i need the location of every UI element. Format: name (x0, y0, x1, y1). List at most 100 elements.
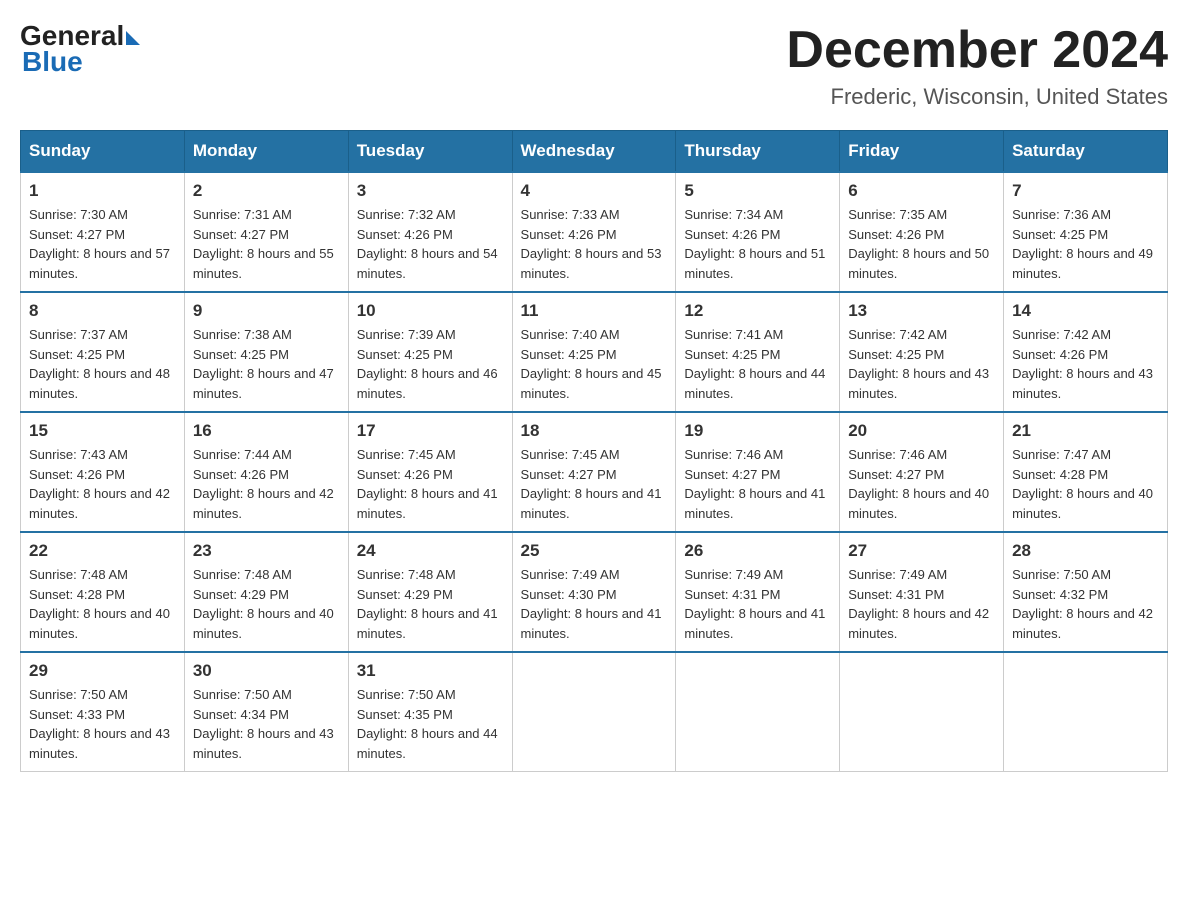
calendar-cell: 23 Sunrise: 7:48 AM Sunset: 4:29 PM Dayl… (184, 532, 348, 652)
day-number: 12 (684, 301, 831, 321)
sunrise-label: Sunrise: 7:30 AM (29, 207, 128, 222)
daylight-label: Daylight: 8 hours and 43 minutes. (1012, 366, 1153, 401)
daylight-label: Daylight: 8 hours and 40 minutes. (193, 606, 334, 641)
calendar-cell: 4 Sunrise: 7:33 AM Sunset: 4:26 PM Dayli… (512, 172, 676, 292)
sunrise-label: Sunrise: 7:43 AM (29, 447, 128, 462)
sunset-label: Sunset: 4:27 PM (684, 467, 780, 482)
sunrise-label: Sunrise: 7:35 AM (848, 207, 947, 222)
sunset-label: Sunset: 4:26 PM (848, 227, 944, 242)
logo-arrow-icon (126, 31, 140, 45)
day-info: Sunrise: 7:37 AM Sunset: 4:25 PM Dayligh… (29, 325, 176, 403)
day-info: Sunrise: 7:46 AM Sunset: 4:27 PM Dayligh… (684, 445, 831, 523)
daylight-label: Daylight: 8 hours and 41 minutes. (357, 486, 498, 521)
calendar-cell: 29 Sunrise: 7:50 AM Sunset: 4:33 PM Dayl… (21, 652, 185, 772)
sunset-label: Sunset: 4:27 PM (521, 467, 617, 482)
daylight-label: Daylight: 8 hours and 49 minutes. (1012, 246, 1153, 281)
day-info: Sunrise: 7:50 AM Sunset: 4:33 PM Dayligh… (29, 685, 176, 763)
calendar-cell: 31 Sunrise: 7:50 AM Sunset: 4:35 PM Dayl… (348, 652, 512, 772)
calendar-week-row: 8 Sunrise: 7:37 AM Sunset: 4:25 PM Dayli… (21, 292, 1168, 412)
page-header: General Blue December 2024 Frederic, Wis… (20, 20, 1168, 110)
daylight-label: Daylight: 8 hours and 40 minutes. (1012, 486, 1153, 521)
daylight-label: Daylight: 8 hours and 43 minutes. (193, 726, 334, 761)
sunset-label: Sunset: 4:26 PM (357, 467, 453, 482)
day-info: Sunrise: 7:31 AM Sunset: 4:27 PM Dayligh… (193, 205, 340, 283)
daylight-label: Daylight: 8 hours and 46 minutes. (357, 366, 498, 401)
logo: General Blue (20, 20, 140, 78)
day-number: 6 (848, 181, 995, 201)
calendar-week-row: 1 Sunrise: 7:30 AM Sunset: 4:27 PM Dayli… (21, 172, 1168, 292)
day-info: Sunrise: 7:46 AM Sunset: 4:27 PM Dayligh… (848, 445, 995, 523)
calendar-table: Sunday Monday Tuesday Wednesday Thursday… (20, 130, 1168, 772)
calendar-cell: 7 Sunrise: 7:36 AM Sunset: 4:25 PM Dayli… (1004, 172, 1168, 292)
daylight-label: Daylight: 8 hours and 44 minutes. (357, 726, 498, 761)
sunset-label: Sunset: 4:27 PM (29, 227, 125, 242)
title-section: December 2024 Frederic, Wisconsin, Unite… (786, 20, 1168, 110)
day-info: Sunrise: 7:49 AM Sunset: 4:31 PM Dayligh… (848, 565, 995, 643)
sunset-label: Sunset: 4:31 PM (848, 587, 944, 602)
calendar-cell: 30 Sunrise: 7:50 AM Sunset: 4:34 PM Dayl… (184, 652, 348, 772)
day-info: Sunrise: 7:33 AM Sunset: 4:26 PM Dayligh… (521, 205, 668, 283)
sunrise-label: Sunrise: 7:33 AM (521, 207, 620, 222)
sunset-label: Sunset: 4:25 PM (193, 347, 289, 362)
calendar-cell: 11 Sunrise: 7:40 AM Sunset: 4:25 PM Dayl… (512, 292, 676, 412)
calendar-body: 1 Sunrise: 7:30 AM Sunset: 4:27 PM Dayli… (21, 172, 1168, 772)
day-info: Sunrise: 7:49 AM Sunset: 4:30 PM Dayligh… (521, 565, 668, 643)
sunset-label: Sunset: 4:25 PM (357, 347, 453, 362)
day-number: 30 (193, 661, 340, 681)
sunset-label: Sunset: 4:26 PM (357, 227, 453, 242)
calendar-cell: 28 Sunrise: 7:50 AM Sunset: 4:32 PM Dayl… (1004, 532, 1168, 652)
day-number: 8 (29, 301, 176, 321)
daylight-label: Daylight: 8 hours and 41 minutes. (684, 606, 825, 641)
sunset-label: Sunset: 4:28 PM (29, 587, 125, 602)
sunset-label: Sunset: 4:29 PM (357, 587, 453, 602)
sunrise-label: Sunrise: 7:39 AM (357, 327, 456, 342)
sunrise-label: Sunrise: 7:31 AM (193, 207, 292, 222)
daylight-label: Daylight: 8 hours and 47 minutes. (193, 366, 334, 401)
daylight-label: Daylight: 8 hours and 40 minutes. (29, 606, 170, 641)
day-number: 11 (521, 301, 668, 321)
day-info: Sunrise: 7:48 AM Sunset: 4:29 PM Dayligh… (357, 565, 504, 643)
calendar-cell: 10 Sunrise: 7:39 AM Sunset: 4:25 PM Dayl… (348, 292, 512, 412)
sunrise-label: Sunrise: 7:46 AM (848, 447, 947, 462)
sunset-label: Sunset: 4:34 PM (193, 707, 289, 722)
sunrise-label: Sunrise: 7:48 AM (29, 567, 128, 582)
sunset-label: Sunset: 4:29 PM (193, 587, 289, 602)
sunset-label: Sunset: 4:35 PM (357, 707, 453, 722)
day-number: 16 (193, 421, 340, 441)
daylight-label: Daylight: 8 hours and 41 minutes. (357, 606, 498, 641)
daylight-label: Daylight: 8 hours and 43 minutes. (848, 366, 989, 401)
col-saturday: Saturday (1004, 131, 1168, 173)
day-info: Sunrise: 7:50 AM Sunset: 4:32 PM Dayligh… (1012, 565, 1159, 643)
calendar-cell: 19 Sunrise: 7:46 AM Sunset: 4:27 PM Dayl… (676, 412, 840, 532)
sunrise-label: Sunrise: 7:50 AM (193, 687, 292, 702)
calendar-cell: 27 Sunrise: 7:49 AM Sunset: 4:31 PM Dayl… (840, 532, 1004, 652)
day-info: Sunrise: 7:45 AM Sunset: 4:27 PM Dayligh… (521, 445, 668, 523)
day-number: 23 (193, 541, 340, 561)
calendar-cell: 14 Sunrise: 7:42 AM Sunset: 4:26 PM Dayl… (1004, 292, 1168, 412)
sunrise-label: Sunrise: 7:45 AM (521, 447, 620, 462)
col-monday: Monday (184, 131, 348, 173)
day-number: 28 (1012, 541, 1159, 561)
sunrise-label: Sunrise: 7:44 AM (193, 447, 292, 462)
sunset-label: Sunset: 4:25 PM (684, 347, 780, 362)
sunrise-label: Sunrise: 7:50 AM (1012, 567, 1111, 582)
sunset-label: Sunset: 4:26 PM (1012, 347, 1108, 362)
day-info: Sunrise: 7:43 AM Sunset: 4:26 PM Dayligh… (29, 445, 176, 523)
daylight-label: Daylight: 8 hours and 41 minutes. (684, 486, 825, 521)
day-number: 9 (193, 301, 340, 321)
daylight-label: Daylight: 8 hours and 42 minutes. (1012, 606, 1153, 641)
sunset-label: Sunset: 4:33 PM (29, 707, 125, 722)
day-info: Sunrise: 7:38 AM Sunset: 4:25 PM Dayligh… (193, 325, 340, 403)
sunrise-label: Sunrise: 7:34 AM (684, 207, 783, 222)
day-number: 14 (1012, 301, 1159, 321)
calendar-week-row: 22 Sunrise: 7:48 AM Sunset: 4:28 PM Dayl… (21, 532, 1168, 652)
day-info: Sunrise: 7:48 AM Sunset: 4:28 PM Dayligh… (29, 565, 176, 643)
day-number: 20 (848, 421, 995, 441)
calendar-week-row: 15 Sunrise: 7:43 AM Sunset: 4:26 PM Dayl… (21, 412, 1168, 532)
sunrise-label: Sunrise: 7:37 AM (29, 327, 128, 342)
day-info: Sunrise: 7:42 AM Sunset: 4:25 PM Dayligh… (848, 325, 995, 403)
sunrise-label: Sunrise: 7:49 AM (848, 567, 947, 582)
sunrise-label: Sunrise: 7:50 AM (29, 687, 128, 702)
day-number: 31 (357, 661, 504, 681)
daylight-label: Daylight: 8 hours and 42 minutes. (193, 486, 334, 521)
